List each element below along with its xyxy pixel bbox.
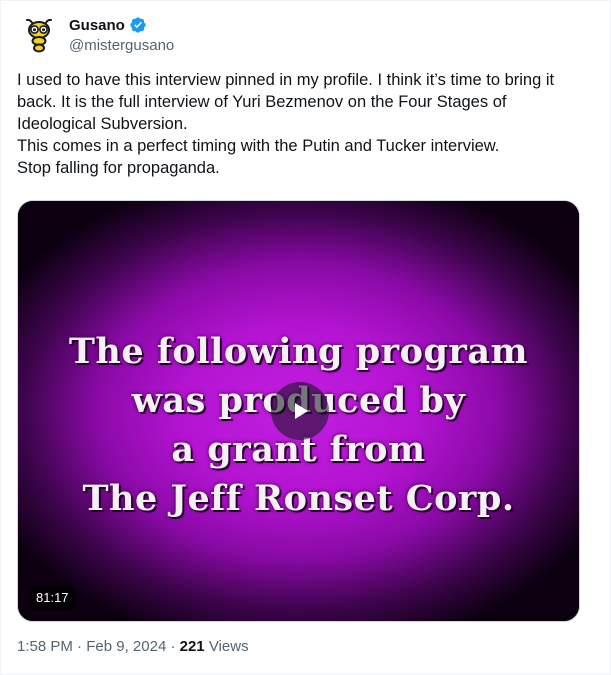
views-label: Views — [208, 638, 249, 655]
tweet-text-line: I used to have this interview pinned in … — [17, 71, 555, 133]
tweet-text-line: This comes in a perfect timing with the … — [17, 137, 500, 155]
meta-separator: · — [77, 638, 83, 655]
tweet-card: Gusano @mistergusano I used to have this… — [0, 0, 611, 675]
avatar[interactable] — [19, 15, 59, 55]
tweet-text-line: Stop falling for propaganda. — [17, 159, 220, 177]
views-count: 221 — [179, 638, 205, 655]
video-caption-line: The following program — [68, 331, 529, 372]
play-button[interactable] — [271, 382, 329, 440]
video-duration: 81:17 — [30, 587, 75, 609]
video-caption-line: The Jeff Ronset Corp. — [82, 478, 515, 519]
verified-badge-icon[interactable] — [129, 16, 147, 34]
play-icon — [295, 403, 308, 419]
meta-separator: · — [170, 638, 176, 655]
bug-face-icon — [26, 18, 52, 53]
video-player[interactable]: The following program was produced by a … — [17, 200, 580, 622]
tweet-header: Gusano @mistergusano — [17, 13, 594, 57]
tweet-time[interactable]: 1:58 PM — [17, 638, 73, 655]
author-names: Gusano @mistergusano — [69, 15, 174, 55]
author-handle[interactable]: @mistergusano — [69, 37, 174, 54]
tweet-date[interactable]: Feb 9, 2024 — [86, 638, 166, 655]
tweet-meta: 1:58 PM · Feb 9, 2024 · 221 Views — [17, 638, 249, 655]
display-name-row: Gusano — [69, 15, 174, 35]
tweet-text: I used to have this interview pinned in … — [17, 69, 577, 179]
display-name[interactable]: Gusano — [69, 17, 125, 34]
